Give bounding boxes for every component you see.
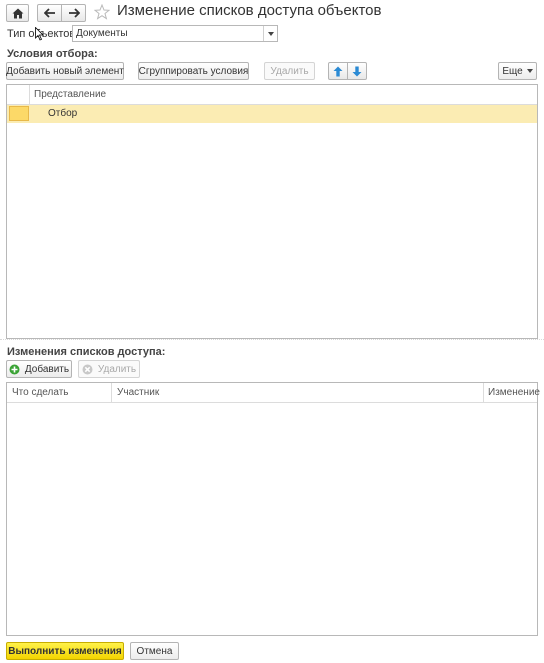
- home-button[interactable]: [6, 4, 29, 22]
- access-changes-table[interactable]: Что сделать Участник Изменение: [6, 382, 540, 636]
- column-header-presentation[interactable]: Представление: [34, 89, 106, 100]
- arrow-up-icon: [333, 66, 343, 76]
- delete-access-change-button[interactable]: Удалить: [78, 360, 140, 378]
- home-icon: [12, 8, 23, 18]
- plus-circle-icon: [9, 364, 20, 374]
- delete-condition-button[interactable]: Удалить: [264, 62, 315, 80]
- more-button-label: Еще: [502, 65, 523, 77]
- move-down-button[interactable]: [347, 62, 367, 80]
- column-header-participant[interactable]: Участник: [117, 387, 159, 398]
- conditions-section-label: Условия отбора:: [7, 48, 98, 60]
- row-marker: [9, 106, 29, 121]
- column-header-change[interactable]: Изменение: [488, 387, 540, 398]
- conditions-table[interactable]: Представление Отбор: [6, 84, 538, 339]
- add-access-change-button[interactable]: Добавить: [6, 360, 72, 378]
- table-header: Представление: [7, 85, 537, 105]
- add-access-change-label: Добавить: [24, 363, 70, 375]
- chevron-down-icon: [267, 31, 274, 36]
- arrow-left-icon: [43, 8, 55, 18]
- object-type-value: Документы: [76, 28, 128, 39]
- back-button[interactable]: [37, 4, 62, 22]
- cancel-button[interactable]: Отмена: [130, 642, 179, 660]
- arrow-right-icon: [68, 8, 80, 18]
- page-title: Изменение списков доступа объектов: [117, 2, 382, 19]
- group-conditions-button[interactable]: Сгруппировать условия: [138, 62, 249, 80]
- object-type-select[interactable]: Документы: [72, 25, 278, 42]
- forward-button[interactable]: [61, 4, 86, 22]
- execute-changes-button[interactable]: Выполнить изменения: [6, 642, 124, 660]
- access-changes-section-label: Изменения списков доступа:: [7, 346, 166, 358]
- add-new-element-button[interactable]: Добавить новый элемент: [6, 62, 124, 80]
- delete-access-change-label: Удалить: [97, 363, 137, 375]
- row-label: Отбор: [48, 108, 78, 119]
- section-divider: [0, 339, 544, 340]
- chevron-down-icon: [526, 69, 533, 73]
- dropdown-button[interactable]: [263, 26, 277, 41]
- more-button[interactable]: Еще: [498, 62, 537, 80]
- delete-circle-icon: [82, 364, 93, 374]
- table-row[interactable]: Отбор: [7, 105, 537, 123]
- mouse-cursor-icon: [35, 26, 45, 41]
- column-header-action[interactable]: Что сделать: [12, 387, 69, 398]
- favorite-star-icon[interactable]: [93, 3, 111, 20]
- move-up-button[interactable]: [328, 62, 348, 80]
- arrow-down-icon: [352, 66, 362, 76]
- table-header: Что сделать Участник Изменение: [7, 383, 540, 403]
